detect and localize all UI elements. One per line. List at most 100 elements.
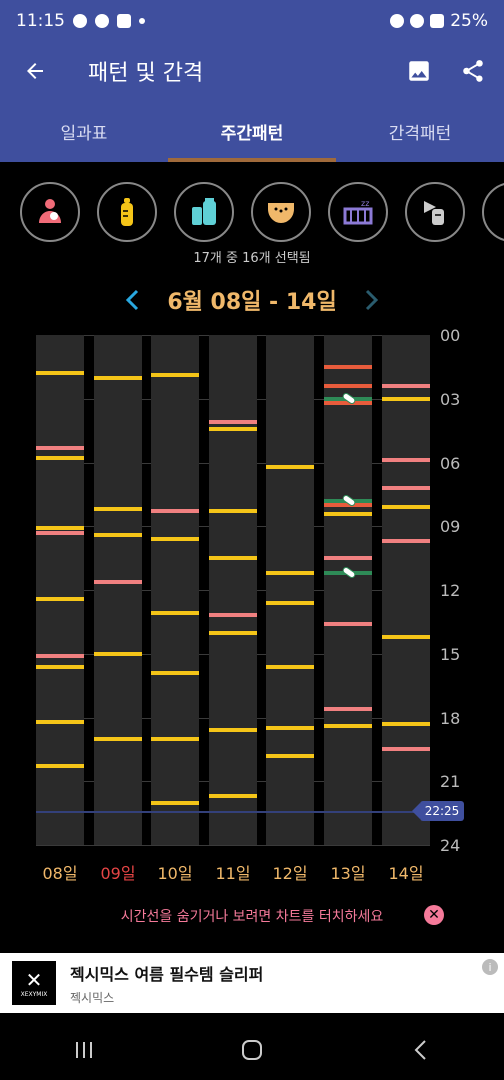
- event-bar[interactable]: [36, 720, 84, 724]
- event-bar[interactable]: [382, 539, 430, 543]
- home-button[interactable]: [232, 1030, 272, 1070]
- event-bar[interactable]: [36, 526, 84, 530]
- ad-title: 젝시믹스 여름 필수템 슬리퍼: [70, 964, 264, 984]
- tab-weekly-pattern[interactable]: 주간패턴: [168, 100, 336, 162]
- event-bar[interactable]: [266, 571, 314, 575]
- category-more[interactable]: [482, 182, 504, 242]
- event-bar[interactable]: [266, 754, 314, 758]
- event-bar[interactable]: [36, 446, 84, 450]
- event-bar[interactable]: [324, 365, 372, 369]
- category-sleep[interactable]: zz: [328, 182, 388, 242]
- event-bar[interactable]: [151, 611, 199, 615]
- event-bar[interactable]: [382, 458, 430, 462]
- event-bar[interactable]: [324, 707, 372, 711]
- recent-apps-button[interactable]: [64, 1030, 104, 1070]
- event-bar[interactable]: [36, 764, 84, 768]
- event-bar[interactable]: [382, 722, 430, 726]
- day-column[interactable]: [209, 335, 257, 845]
- event-bar[interactable]: [324, 512, 372, 516]
- ad-logo-text: XEXYMIX: [20, 990, 48, 998]
- event-bar[interactable]: [324, 724, 372, 728]
- event-bar[interactable]: [266, 465, 314, 469]
- day-column[interactable]: [324, 335, 372, 845]
- event-bar[interactable]: [324, 622, 372, 626]
- hour-tick-label: 06: [440, 454, 461, 473]
- event-bar[interactable]: [94, 652, 142, 656]
- back-button[interactable]: [0, 42, 70, 100]
- event-bar[interactable]: [266, 665, 314, 669]
- day-column[interactable]: [266, 335, 314, 845]
- day-label: 08일: [42, 864, 78, 883]
- week-navigator: 6월 08일 - 14일: [0, 280, 504, 320]
- event-bar[interactable]: [36, 371, 84, 375]
- event-bar[interactable]: [36, 531, 84, 535]
- system-nav-bar: [0, 1020, 504, 1080]
- event-bar[interactable]: [324, 384, 372, 388]
- event-bar[interactable]: [209, 509, 257, 513]
- tab-schedule[interactable]: 일과표: [0, 100, 168, 162]
- category-breastfeeding[interactable]: [20, 182, 80, 242]
- event-bar[interactable]: [382, 747, 430, 751]
- event-bar[interactable]: [36, 456, 84, 460]
- day-column[interactable]: [151, 335, 199, 845]
- category-bottle[interactable]: [97, 182, 157, 242]
- event-bar[interactable]: [151, 737, 199, 741]
- breastfeeding-icon: [39, 199, 61, 223]
- ad-info-icon[interactable]: i: [482, 959, 498, 975]
- event-bar[interactable]: [382, 635, 430, 639]
- event-bar[interactable]: [382, 384, 430, 388]
- event-bar[interactable]: [94, 376, 142, 380]
- home-icon: [242, 1040, 262, 1060]
- tab-interval-pattern[interactable]: 간격패턴: [336, 100, 504, 162]
- event-bar[interactable]: [94, 507, 142, 511]
- event-bar[interactable]: [36, 597, 84, 601]
- day-column[interactable]: [36, 335, 84, 845]
- battery-text: 25%: [450, 11, 488, 31]
- current-time-line: [36, 811, 430, 813]
- event-bar[interactable]: [209, 420, 257, 424]
- day-label: 12일: [272, 864, 308, 883]
- share-icon[interactable]: [460, 58, 486, 84]
- event-bar[interactable]: [94, 737, 142, 741]
- youtube-icon: [117, 14, 131, 28]
- event-bar[interactable]: [266, 726, 314, 730]
- hour-tick-label: 18: [440, 709, 461, 728]
- more-category-icon: [495, 195, 504, 229]
- image-icon[interactable]: [406, 58, 432, 84]
- event-bar[interactable]: [209, 613, 257, 617]
- close-hint-button[interactable]: ✕: [424, 905, 444, 925]
- event-bar[interactable]: [151, 373, 199, 377]
- ad-logo: ✕ XEXYMIX: [12, 961, 56, 1005]
- weekly-pattern-chart[interactable]: 00 03 06 09 12 15 18 21 24 22:25: [0, 326, 504, 855]
- event-bar[interactable]: [324, 556, 372, 560]
- event-bar[interactable]: [151, 671, 199, 675]
- event-bar[interactable]: [209, 427, 257, 431]
- event-bar[interactable]: [382, 397, 430, 401]
- event-bar[interactable]: [151, 509, 199, 513]
- back-nav-button[interactable]: [400, 1030, 440, 1070]
- event-bar[interactable]: [209, 631, 257, 635]
- ad-subtitle: 젝시믹스: [70, 990, 115, 1005]
- category-diaper[interactable]: [251, 182, 311, 242]
- category-formula[interactable]: [174, 182, 234, 242]
- status-time: 11:15: [16, 11, 65, 31]
- event-bar[interactable]: [266, 601, 314, 605]
- event-bar[interactable]: [382, 505, 430, 509]
- next-week-button[interactable]: [359, 287, 385, 313]
- event-bar[interactable]: [94, 580, 142, 584]
- talk-icon: [95, 14, 109, 28]
- event-bar[interactable]: [209, 794, 257, 798]
- event-bar[interactable]: [209, 728, 257, 732]
- day-column[interactable]: [94, 335, 142, 845]
- event-bar[interactable]: [36, 654, 84, 658]
- event-bar[interactable]: [151, 537, 199, 541]
- category-pump[interactable]: [405, 182, 465, 242]
- previous-week-button[interactable]: [119, 287, 145, 313]
- day-column[interactable]: [382, 335, 430, 845]
- event-bar[interactable]: [36, 665, 84, 669]
- event-bar[interactable]: [94, 533, 142, 537]
- event-bar[interactable]: [151, 801, 199, 805]
- ad-banner[interactable]: ✕ XEXYMIX 젝시믹스 여름 필수템 슬리퍼 젝시믹스 i: [0, 953, 504, 1013]
- event-bar[interactable]: [382, 486, 430, 490]
- event-bar[interactable]: [209, 556, 257, 560]
